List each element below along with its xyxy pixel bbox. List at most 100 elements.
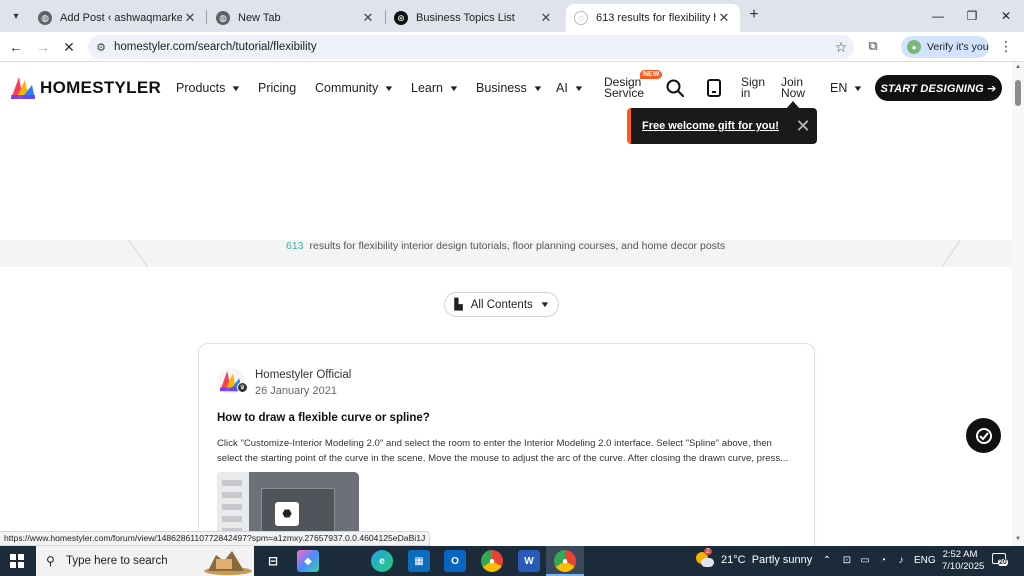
volume-icon[interactable]: ♪: [894, 554, 908, 568]
extensions-puzzle-icon[interactable]: ⧉: [864, 38, 882, 56]
edge-icon[interactable]: e: [371, 550, 393, 572]
new-badge: NEW: [640, 70, 663, 79]
nav-products[interactable]: Products ▼: [176, 81, 242, 95]
chevron-down-icon: ▼: [383, 83, 395, 93]
input-language[interactable]: ENG: [914, 555, 936, 566]
nav-join-now[interactable]: Join Now: [781, 76, 806, 100]
nav-label: Products: [176, 81, 226, 95]
microsoft-store-icon[interactable]: ▦: [408, 550, 430, 572]
scrollbar-thumb[interactable]: [1015, 80, 1021, 106]
tab-search-button[interactable]: ▾: [6, 6, 26, 26]
stop-loading-button[interactable]: ✕: [59, 37, 79, 57]
arrow-right-icon: →: [36, 39, 50, 55]
wifi-icon[interactable]: ◔: [876, 554, 890, 568]
language-selector[interactable]: EN ▼: [830, 81, 864, 95]
browser-tab-add-post[interactable]: ◍ Add Post ‹ ashwaqmarketer — W ✕: [30, 4, 206, 32]
chatgpt-icon: ⊛: [394, 11, 408, 25]
word-icon[interactable]: W: [518, 550, 540, 572]
nav-business[interactable]: Business ▼: [476, 81, 543, 95]
scroll-up-icon[interactable]: ▲: [1014, 64, 1022, 70]
browser-tab-homestyler-results[interactable]: ◌ 613 results for flexibility home d ✕: [566, 4, 740, 32]
nav-pricing[interactable]: Pricing: [258, 81, 296, 95]
search-icon[interactable]: [665, 78, 685, 98]
scroll-down-icon[interactable]: ▼: [1014, 536, 1022, 542]
notifications-icon[interactable]: 20: [992, 553, 1010, 569]
meet-now-icon[interactable]: ⊡: [840, 554, 854, 568]
post-excerpt: Click "Customize-Interior Modeling 2.0" …: [217, 438, 789, 464]
profile-verify-button[interactable]: ● Verify it's you: [901, 36, 989, 58]
forward-button[interactable]: →: [33, 37, 53, 57]
close-icon[interactable]: ✕: [538, 10, 554, 26]
bookmark-star-icon[interactable]: ☆: [828, 39, 854, 56]
nav-label: Now: [781, 86, 806, 100]
copilot-icon[interactable]: ◆: [297, 550, 319, 572]
loading-spinner-icon: ◌: [574, 11, 588, 25]
outlook-icon[interactable]: O: [444, 550, 466, 572]
browser-tab-business-topics[interactable]: ⊛ Business Topics List ✕: [386, 4, 562, 32]
nav-sign-in[interactable]: Sign in: [741, 76, 765, 99]
task-view-icon[interactable]: ⊟: [262, 550, 284, 572]
close-icon[interactable]: ✕: [716, 10, 732, 26]
address-bar[interactable]: ⚙ homestyler.com/search/tutorial/flexibi…: [88, 35, 854, 59]
chrome-icon[interactable]: ●: [554, 550, 576, 572]
minimize-button[interactable]: —: [926, 6, 950, 26]
content-type-icon: ▙: [454, 299, 463, 311]
nav-community[interactable]: Community ▼: [315, 81, 395, 95]
nav-ai[interactable]: AI ▼: [556, 81, 585, 95]
nav-learn[interactable]: Learn ▼: [411, 81, 459, 95]
site-header: HOMESTYLER Products ▼ Pricing Community ▼ …: [0, 62, 1012, 114]
tablet-icon[interactable]: [704, 78, 724, 98]
browser-menu-icon[interactable]: ⋮: [998, 38, 1014, 56]
post-card[interactable]: ♛ Homestyler Official 26 January 2021 Ho…: [198, 343, 815, 553]
tab-title: Business Topics List: [416, 12, 515, 24]
content-filter-dropdown[interactable]: ▙ All Contents ▼: [444, 292, 559, 317]
results-description: results for flexibility interior design …: [309, 240, 726, 252]
chrome-icon[interactable]: ●: [481, 550, 503, 572]
search-icon: ⚲: [46, 554, 55, 568]
language-label: EN: [830, 81, 848, 95]
chevron-down-icon: ▼: [539, 300, 551, 309]
taskbar-search-box[interactable]: ⚲ Type here to search: [36, 546, 254, 576]
taskbar-search-placeholder: Type here to search: [66, 555, 168, 567]
address-url[interactable]: homestyler.com/search/tutorial/flexibili…: [114, 41, 828, 53]
tab-title: New Tab: [238, 12, 281, 24]
nav-label: Business: [476, 81, 527, 95]
verified-crown-icon: ♛: [237, 382, 248, 393]
nav-design-service[interactable]: Design Service: [604, 76, 645, 100]
weather-widget[interactable]: 2 21°C Partly sunny: [696, 548, 812, 568]
page-scrollbar[interactable]: ▲ ▼: [1012, 62, 1024, 546]
results-count: 613: [286, 240, 304, 252]
homestyler-logo[interactable]: HOMESTYLER: [10, 76, 161, 100]
tab-divider: [206, 10, 207, 24]
browser-tab-new-tab[interactable]: ◍ New Tab ✕: [208, 4, 384, 32]
avatar: ●: [907, 40, 921, 54]
nav-label: Service: [604, 86, 645, 100]
close-icon[interactable]: ✕: [360, 10, 376, 26]
battery-icon[interactable]: ▭: [858, 554, 872, 568]
close-icon[interactable]: ✕: [789, 116, 817, 137]
restore-icon: ❐: [966, 9, 978, 23]
customer-support-button[interactable]: [966, 418, 1001, 453]
restore-button[interactable]: ❐: [960, 6, 984, 26]
nav-label: Learn: [411, 81, 443, 95]
post-title[interactable]: How to draw a flexible curve or spline?: [217, 412, 430, 424]
site-info-icon[interactable]: ⚙: [88, 41, 114, 54]
system-clock[interactable]: 2:52 AM 7/10/2025: [942, 549, 984, 573]
start-designing-button[interactable]: START DESIGNING ➔: [875, 75, 1002, 101]
decorative-line: [128, 240, 152, 267]
chevron-down-icon: ▼: [573, 83, 585, 93]
post-date: 26 January 2021: [255, 385, 337, 397]
decorative-line: [937, 240, 961, 267]
welcome-gift-link[interactable]: Free welcome gift for you!: [642, 120, 789, 132]
windows-start-icon[interactable]: [10, 554, 24, 568]
new-tab-button[interactable]: +: [744, 5, 764, 25]
close-icon[interactable]: ✕: [182, 10, 198, 26]
back-button[interactable]: ←: [6, 37, 26, 57]
profile-verify-label: Verify it's you: [927, 41, 989, 53]
avatar[interactable]: ♛: [217, 368, 248, 394]
post-author[interactable]: Homestyler Official: [255, 369, 351, 381]
partly-sunny-icon: 2: [696, 548, 714, 568]
close-window-button[interactable]: ✕: [994, 6, 1018, 26]
chevron-up-icon[interactable]: ⌃: [820, 554, 834, 568]
weather-temp: 21°C: [721, 554, 746, 566]
